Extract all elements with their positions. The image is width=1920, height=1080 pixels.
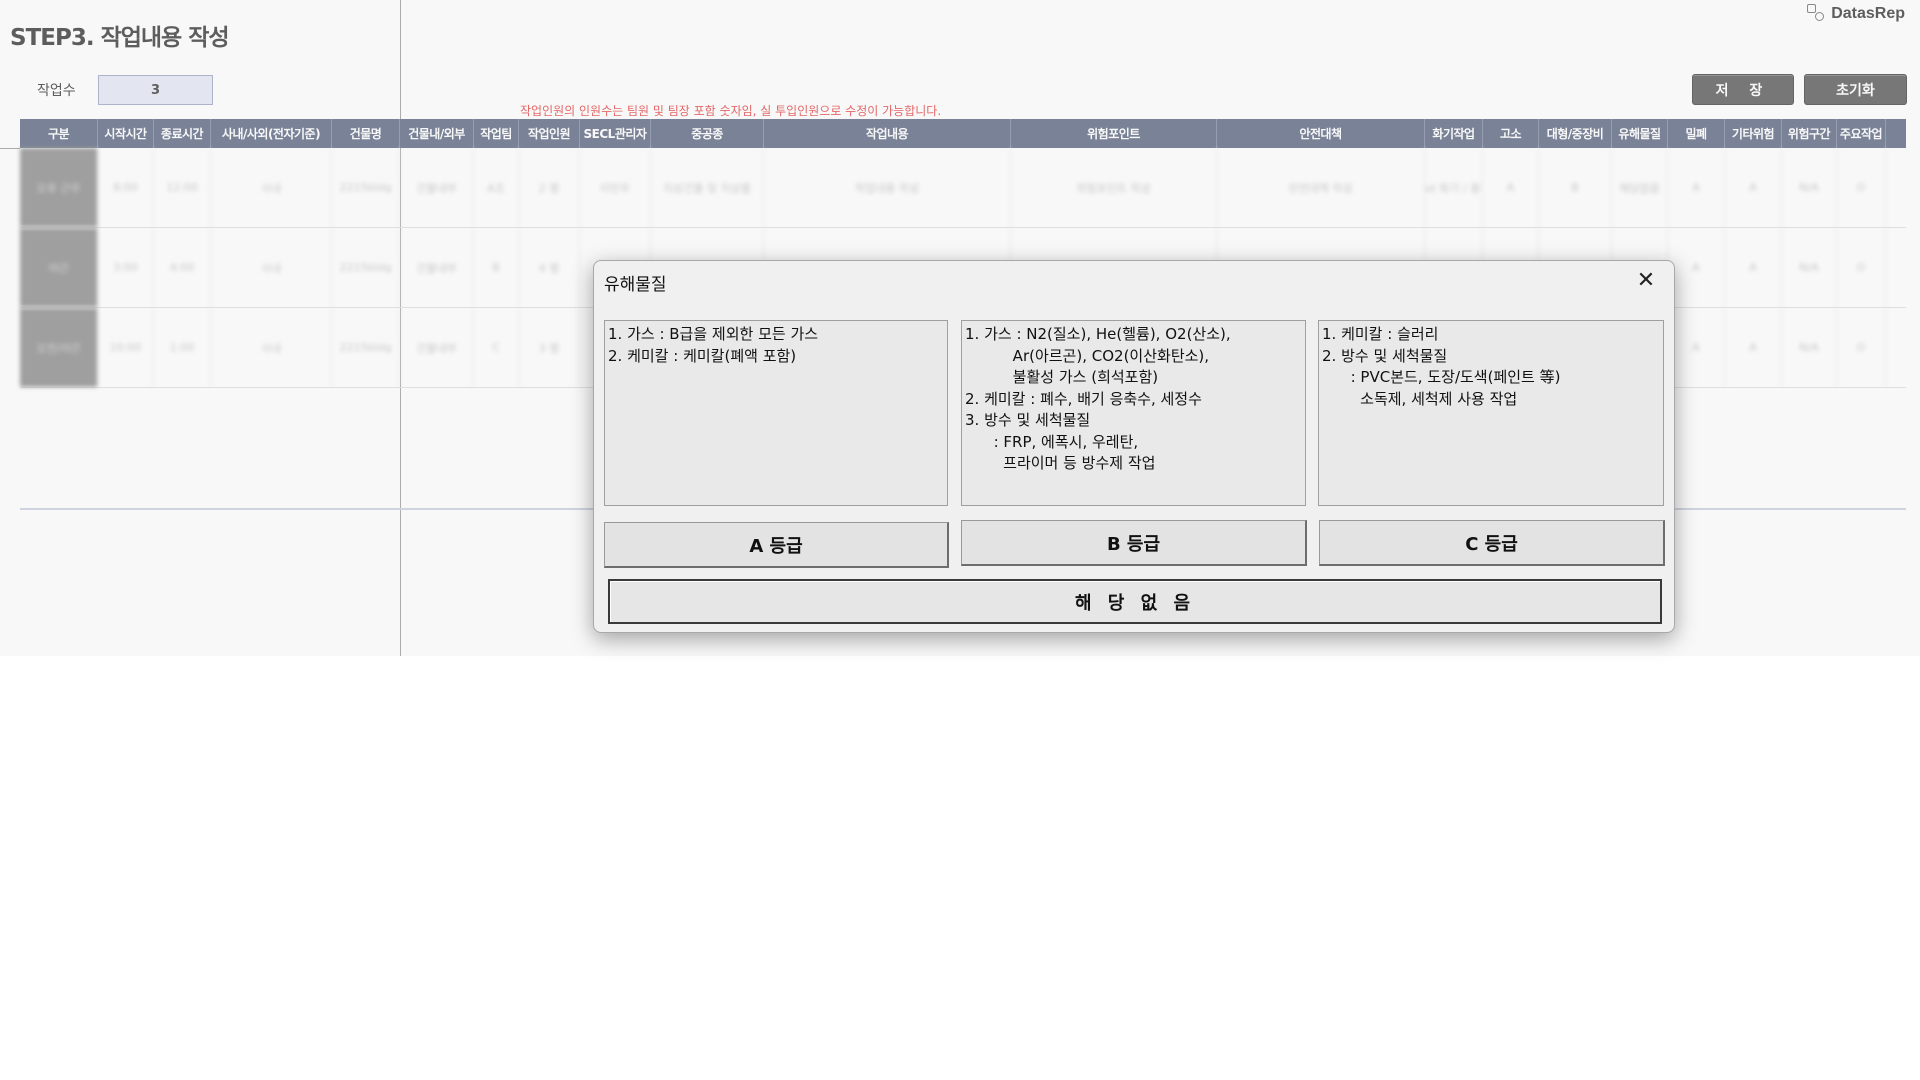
table-cell[interactable]: A조: [474, 148, 519, 227]
table-cell[interactable]: 해당없음: [1612, 148, 1668, 227]
grade-a-description: 1. 가스 : B급을 제외한 모든 가스 2. 케미칼 : 케미칼(폐액 포함…: [604, 320, 948, 506]
table-cell[interactable]: 12:00: [154, 148, 211, 227]
not-applicable-button[interactable]: 해 당 없 음: [608, 579, 1662, 624]
table-cell[interactable]: A: [1725, 148, 1782, 227]
column-header: 중공종: [651, 119, 764, 148]
table-cell[interactable]: 사내: [211, 228, 332, 307]
table-cell[interactable]: 건물내부: [400, 228, 474, 307]
table-cell[interactable]: N/A: [1782, 308, 1837, 387]
table-cell[interactable]: 4 명: [519, 228, 580, 307]
dialog-title: 유해물질: [604, 275, 667, 295]
table-cell[interactable]: A: [1483, 148, 1539, 227]
table-cell[interactable]: N/A: [1782, 228, 1837, 307]
table-cell[interactable]: 안전대책 작성: [1217, 148, 1425, 227]
work-count-input[interactable]: 3: [98, 75, 213, 105]
table-cell[interactable]: 1:00: [154, 308, 211, 387]
table-cell[interactable]: 10:00: [98, 308, 154, 387]
spreadsheet-area: STEP3. 작업내용 작성 DatasRep 작업수 3 작업인원의 인원수는…: [0, 0, 1920, 656]
grade-a-button[interactable]: A 등급: [604, 522, 949, 568]
table-cell[interactable]: A: [1668, 228, 1725, 307]
table-cell[interactable]: A: [1668, 308, 1725, 387]
logo-text: DatasRep: [1831, 5, 1905, 22]
column-header: 밀폐: [1668, 119, 1725, 148]
save-button[interactable]: 저 장: [1692, 74, 1794, 105]
column-header: 안전대책: [1217, 119, 1425, 148]
table-cell[interactable]: 3 명: [519, 308, 580, 387]
table-cell[interactable]: 4:00: [154, 228, 211, 307]
table-cell[interactable]: O: [1837, 308, 1886, 387]
grade-b-description: 1. 가스 : N2(질소), He(헬륨), O2(산소), Ar(아르곤),…: [961, 320, 1306, 506]
column-header: 작업인원: [519, 119, 580, 148]
table-cell[interactable]: 2215bldg: [332, 228, 400, 307]
column-header: 대형/중장비: [1539, 119, 1612, 148]
column-header: 유해물질: [1612, 119, 1668, 148]
table-cell[interactable]: 8:00: [98, 148, 154, 227]
column-header: 위험포인트: [1011, 119, 1217, 148]
table-cell[interactable]: 건물내부: [400, 308, 474, 387]
table-row: 오후 근무 8:00 12:00 사내 2215bldg 건물내부 A조 2 명 이민우 지상건물…: [20, 148, 1906, 228]
table-cell[interactable]: A: [1725, 308, 1782, 387]
column-header: 건물내/외부: [400, 119, 474, 148]
close-icon[interactable]: ✕: [1634, 268, 1658, 293]
table-cell[interactable]: O: [1837, 228, 1886, 307]
table-header: 구분 시작시간 종료시간 사내/사외(전자기준) 건물명 건물내/외부 작업팀 작업인원 SEC…: [20, 119, 1906, 148]
column-header: 종료시간: [154, 119, 211, 148]
column-header: 주요작업: [1837, 119, 1886, 148]
column-header: 고소: [1483, 119, 1539, 148]
column-header: SECL관리자: [580, 119, 651, 148]
reset-button[interactable]: 초기화: [1804, 74, 1907, 105]
table-cell[interactable]: B: [1539, 148, 1612, 227]
column-header: 구분: [20, 119, 98, 148]
table-cell[interactable]: N/A: [1782, 148, 1837, 227]
table-cell[interactable]: 3:00: [98, 228, 154, 307]
table-cell[interactable]: 위험포인트 작성: [1011, 148, 1217, 227]
logo-icon: [1807, 4, 1827, 24]
table-cell[interactable]: C: [474, 308, 519, 387]
column-header: 작업내용: [764, 119, 1011, 148]
column-header: 화기작업: [1425, 119, 1483, 148]
column-header: 건물명: [332, 119, 400, 148]
logo: DatasRep: [1807, 4, 1905, 24]
grade-c-description: 1. 케미칼 : 슬러리 2. 방수 및 세척물질 : PVC본드, 도장/도색…: [1318, 320, 1664, 506]
table-cell[interactable]: Hot 화기 / 용접: [1425, 148, 1483, 227]
table-cell[interactable]: 사내: [211, 148, 332, 227]
column-header: 작업팀: [474, 119, 519, 148]
column-header: 시작시간: [98, 119, 154, 148]
grade-c-button[interactable]: C 등급: [1319, 520, 1665, 566]
table-cell[interactable]: A: [1725, 228, 1782, 307]
column-header: 위험구간: [1782, 119, 1837, 148]
table-cell[interactable]: 2215bldg: [332, 308, 400, 387]
table-cell[interactable]: 오후 근무: [20, 148, 98, 227]
work-count-label: 작업수: [37, 83, 76, 99]
column-header: 사내/사외(전자기준): [211, 119, 332, 148]
table-cell[interactable]: 사내: [211, 308, 332, 387]
table-cell[interactable]: 건물내부: [400, 148, 474, 227]
table-cell[interactable]: 야간: [20, 228, 98, 307]
table-cell[interactable]: 작업내용 작성: [764, 148, 1011, 227]
table-cell[interactable]: A: [1668, 148, 1725, 227]
table-cell[interactable]: 오전/야간: [20, 308, 98, 387]
table-cell[interactable]: B: [474, 228, 519, 307]
table-cell[interactable]: 이민우: [580, 148, 651, 227]
column-header: 기타위험: [1725, 119, 1782, 148]
grade-b-button[interactable]: B 등급: [961, 520, 1307, 566]
notice-text: 작업인원의 인원수는 팀원 및 팀장 포함 숫자임, 실 투입인원으로 수정이 …: [520, 104, 942, 118]
hazard-dialog: 유해물질 ✕ 1. 가스 : B급을 제외한 모든 가스 2. 케미칼 : 케미…: [593, 260, 1675, 633]
table-cell[interactable]: 2215bldg: [332, 148, 400, 227]
table-cell[interactable]: 지상건물 및 지상물: [651, 148, 764, 227]
table-cell[interactable]: 2 명: [519, 148, 580, 227]
page-title: STEP3. 작업내용 작성: [10, 25, 230, 51]
row-divider: [0, 148, 20, 149]
table-cell[interactable]: O: [1837, 148, 1886, 227]
